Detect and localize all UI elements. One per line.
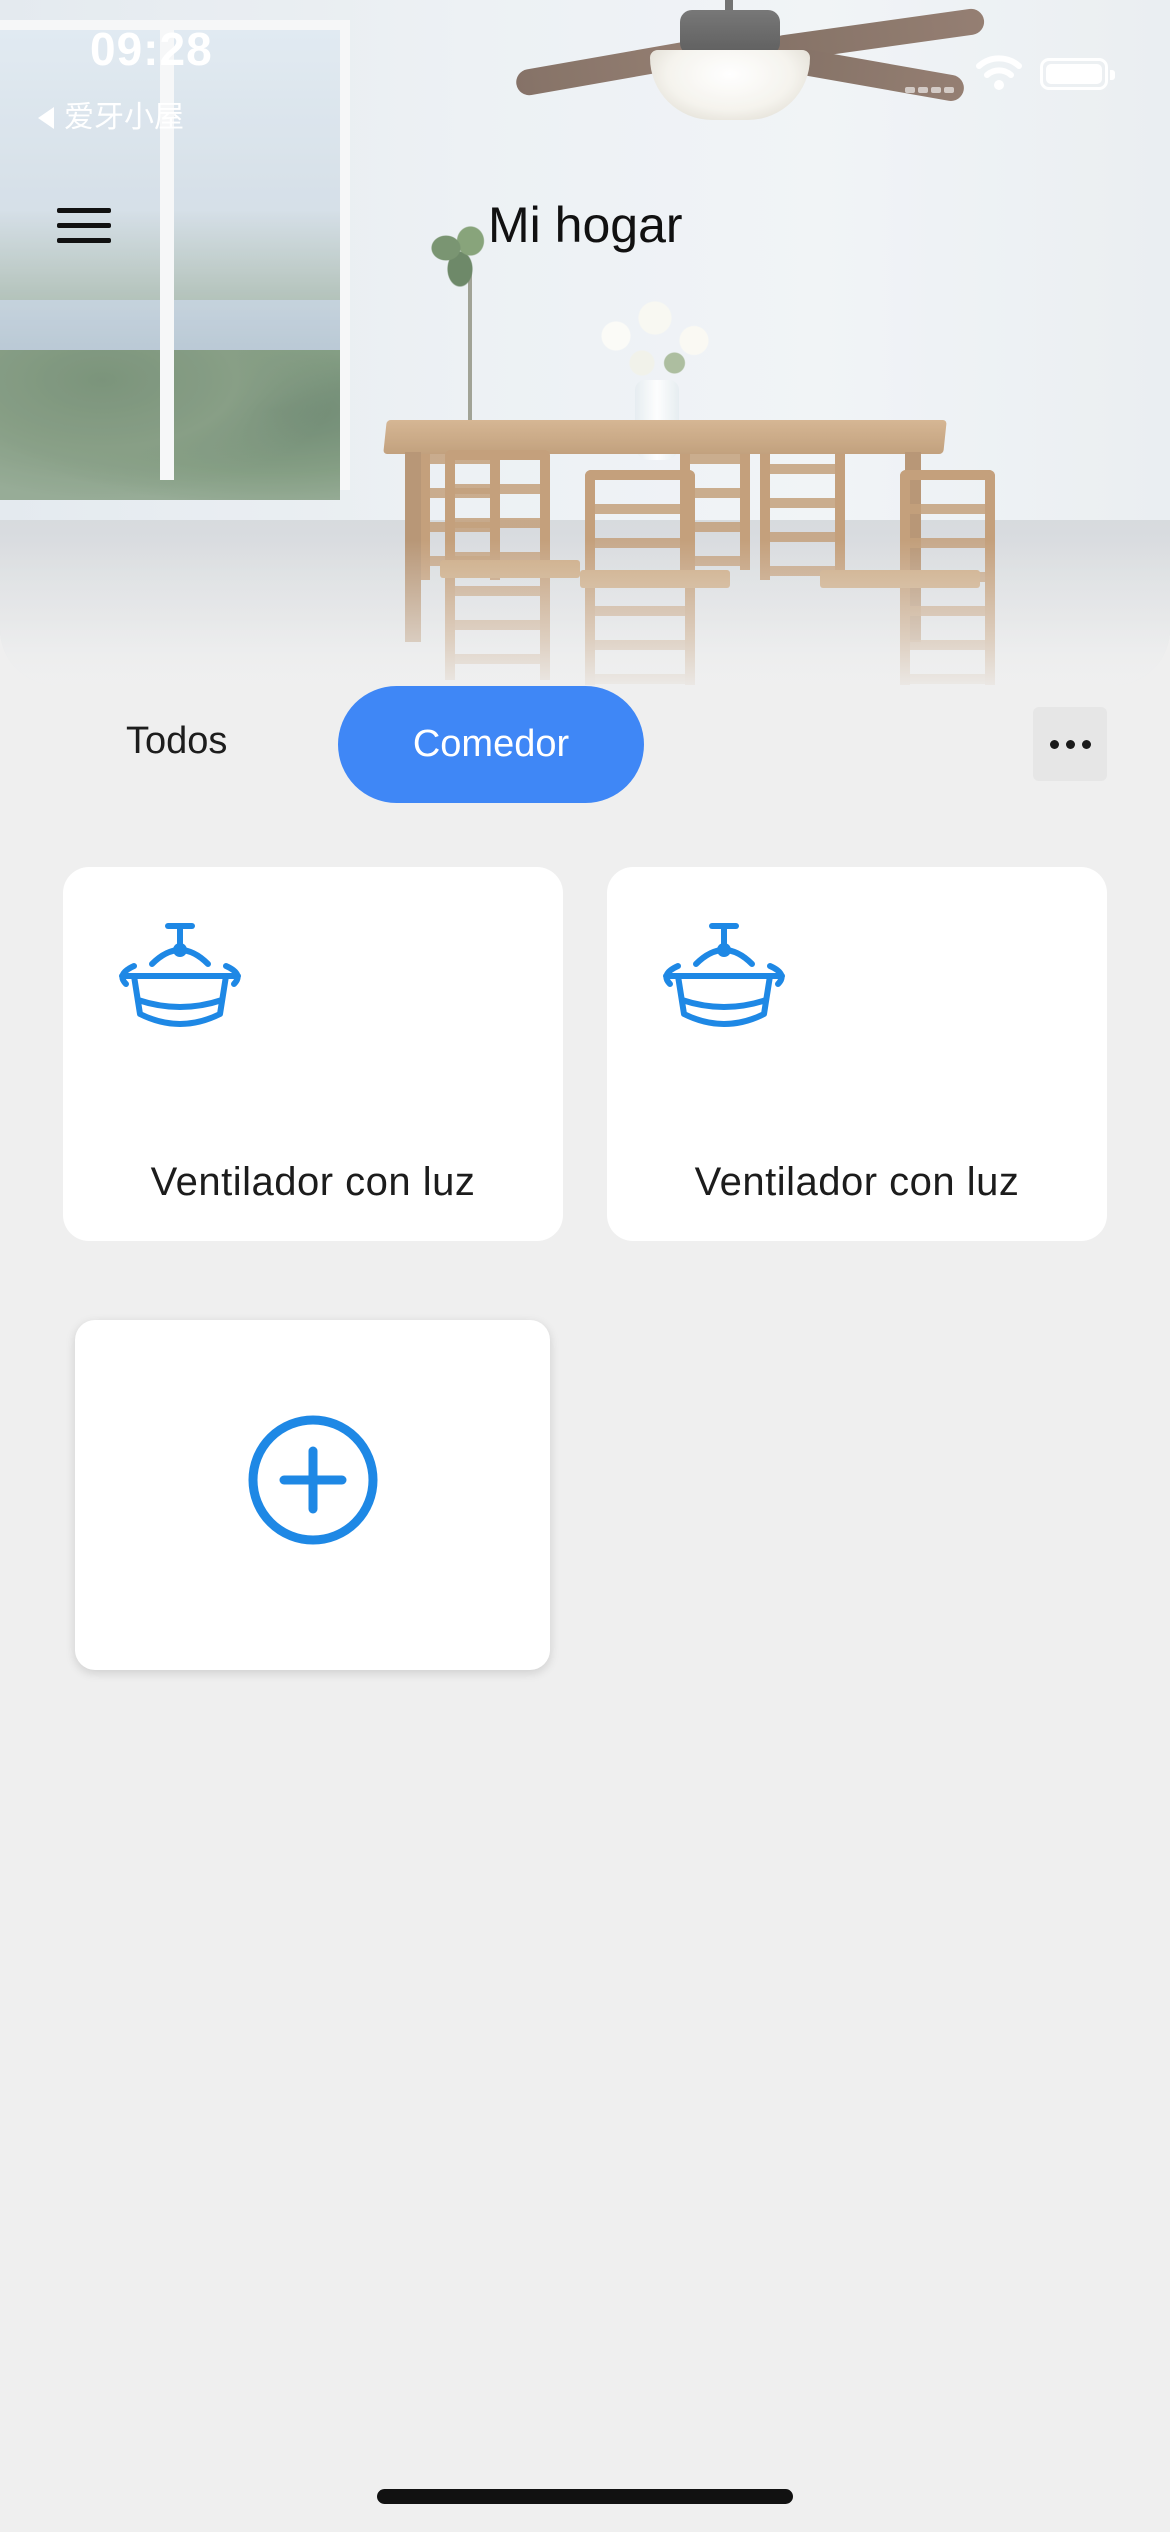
page-title: Mi hogar <box>488 197 683 253</box>
back-triangle-icon <box>38 107 54 129</box>
device-card[interactable]: Ventilador con luz <box>607 867 1107 1241</box>
ceiling-fan-light-icon <box>663 923 785 1027</box>
add-device-card[interactable] <box>75 1320 550 1670</box>
menu-button[interactable] <box>50 198 120 254</box>
tab-todos[interactable]: Todos <box>126 720 227 763</box>
battery-icon <box>1040 58 1115 90</box>
back-to-app-link[interactable]: 爱牙小屋 <box>38 92 184 136</box>
tab-comedor-label: Comedor <box>412 723 570 765</box>
device-name: Ventilador con luz <box>694 1160 1020 1204</box>
cellular-signal-icon <box>905 80 961 93</box>
home-indicator[interactable] <box>377 2489 793 2504</box>
app-screen: 09:28 爱牙小屋 Mi hogar Todos Comedor Ventil… <box>0 0 1170 2532</box>
status-time: 09:28 <box>90 23 213 75</box>
add-circle-icon <box>248 1415 378 1545</box>
tab-comedor[interactable]: Comedor <box>338 686 644 803</box>
device-name: Ventilador con luz <box>150 1160 476 1204</box>
device-card[interactable]: Ventilador con luz <box>63 867 563 1241</box>
more-horizontal-icon <box>1049 739 1059 749</box>
hamburger-menu-icon <box>57 208 111 213</box>
wifi-icon <box>976 55 1022 90</box>
back-app-label: 爱牙小屋 <box>64 101 184 134</box>
more-options-button[interactable] <box>1033 707 1107 781</box>
ceiling-fan-light-icon <box>119 923 241 1027</box>
